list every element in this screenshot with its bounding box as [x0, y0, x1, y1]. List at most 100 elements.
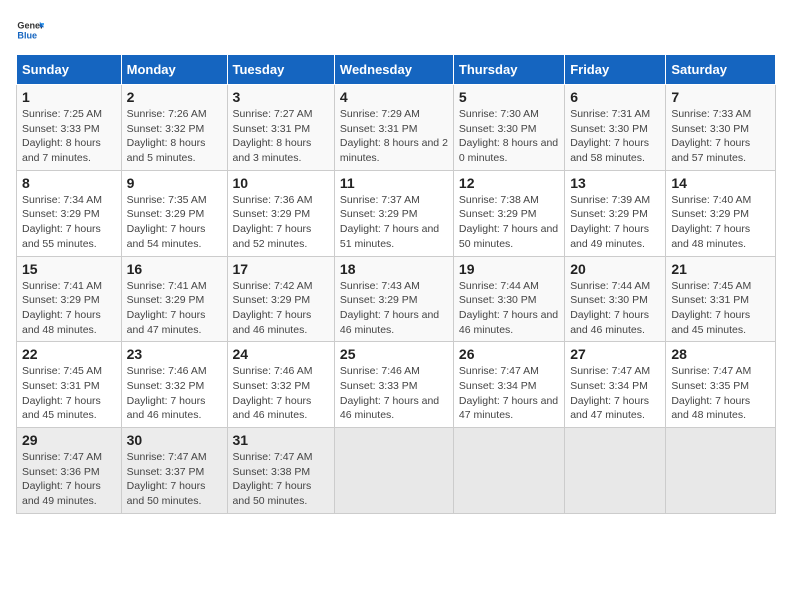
calendar-header-friday: Friday	[565, 55, 666, 85]
calendar-cell: 10 Sunrise: 7:36 AM Sunset: 3:29 PM Dayl…	[227, 170, 334, 256]
day-number: 9	[127, 175, 222, 191]
day-number: 1	[22, 89, 116, 105]
calendar-cell: 4 Sunrise: 7:29 AM Sunset: 3:31 PM Dayli…	[334, 85, 453, 171]
calendar-cell: 18 Sunrise: 7:43 AM Sunset: 3:29 PM Dayl…	[334, 256, 453, 342]
calendar-cell: 31 Sunrise: 7:47 AM Sunset: 3:38 PM Dayl…	[227, 428, 334, 514]
day-detail: Sunrise: 7:47 AM Sunset: 3:34 PM Dayligh…	[459, 364, 559, 423]
calendar-cell: 24 Sunrise: 7:46 AM Sunset: 3:32 PM Dayl…	[227, 342, 334, 428]
day-detail: Sunrise: 7:46 AM Sunset: 3:32 PM Dayligh…	[233, 364, 329, 423]
day-detail: Sunrise: 7:37 AM Sunset: 3:29 PM Dayligh…	[340, 193, 448, 252]
day-detail: Sunrise: 7:38 AM Sunset: 3:29 PM Dayligh…	[459, 193, 559, 252]
calendar-header-thursday: Thursday	[453, 55, 564, 85]
day-number: 17	[233, 261, 329, 277]
calendar-cell: 7 Sunrise: 7:33 AM Sunset: 3:30 PM Dayli…	[666, 85, 776, 171]
day-number: 14	[671, 175, 770, 191]
day-detail: Sunrise: 7:47 AM Sunset: 3:36 PM Dayligh…	[22, 450, 116, 509]
calendar-cell: 21 Sunrise: 7:45 AM Sunset: 3:31 PM Dayl…	[666, 256, 776, 342]
day-detail: Sunrise: 7:47 AM Sunset: 3:37 PM Dayligh…	[127, 450, 222, 509]
day-number: 19	[459, 261, 559, 277]
day-detail: Sunrise: 7:44 AM Sunset: 3:30 PM Dayligh…	[459, 279, 559, 338]
calendar-header-saturday: Saturday	[666, 55, 776, 85]
calendar-cell: 26 Sunrise: 7:47 AM Sunset: 3:34 PM Dayl…	[453, 342, 564, 428]
day-number: 5	[459, 89, 559, 105]
calendar-header-sunday: Sunday	[17, 55, 122, 85]
day-detail: Sunrise: 7:30 AM Sunset: 3:30 PM Dayligh…	[459, 107, 559, 166]
calendar-cell: 28 Sunrise: 7:47 AM Sunset: 3:35 PM Dayl…	[666, 342, 776, 428]
day-number: 11	[340, 175, 448, 191]
calendar-week-row: 8 Sunrise: 7:34 AM Sunset: 3:29 PM Dayli…	[17, 170, 776, 256]
header: General Blue	[16, 16, 776, 44]
calendar-cell: 15 Sunrise: 7:41 AM Sunset: 3:29 PM Dayl…	[17, 256, 122, 342]
calendar-week-row: 1 Sunrise: 7:25 AM Sunset: 3:33 PM Dayli…	[17, 85, 776, 171]
day-number: 20	[570, 261, 660, 277]
calendar-cell	[453, 428, 564, 514]
calendar-week-row: 22 Sunrise: 7:45 AM Sunset: 3:31 PM Dayl…	[17, 342, 776, 428]
day-number: 8	[22, 175, 116, 191]
day-detail: Sunrise: 7:31 AM Sunset: 3:30 PM Dayligh…	[570, 107, 660, 166]
day-detail: Sunrise: 7:26 AM Sunset: 3:32 PM Dayligh…	[127, 107, 222, 166]
calendar-cell: 16 Sunrise: 7:41 AM Sunset: 3:29 PM Dayl…	[121, 256, 227, 342]
calendar-week-row: 15 Sunrise: 7:41 AM Sunset: 3:29 PM Dayl…	[17, 256, 776, 342]
calendar-cell: 12 Sunrise: 7:38 AM Sunset: 3:29 PM Dayl…	[453, 170, 564, 256]
day-detail: Sunrise: 7:35 AM Sunset: 3:29 PM Dayligh…	[127, 193, 222, 252]
calendar-table: SundayMondayTuesdayWednesdayThursdayFrid…	[16, 54, 776, 514]
day-number: 23	[127, 346, 222, 362]
day-detail: Sunrise: 7:47 AM Sunset: 3:35 PM Dayligh…	[671, 364, 770, 423]
day-number: 30	[127, 432, 222, 448]
day-detail: Sunrise: 7:47 AM Sunset: 3:38 PM Dayligh…	[233, 450, 329, 509]
day-detail: Sunrise: 7:36 AM Sunset: 3:29 PM Dayligh…	[233, 193, 329, 252]
day-detail: Sunrise: 7:40 AM Sunset: 3:29 PM Dayligh…	[671, 193, 770, 252]
day-detail: Sunrise: 7:45 AM Sunset: 3:31 PM Dayligh…	[22, 364, 116, 423]
calendar-header-wednesday: Wednesday	[334, 55, 453, 85]
calendar-cell: 25 Sunrise: 7:46 AM Sunset: 3:33 PM Dayl…	[334, 342, 453, 428]
calendar-cell: 29 Sunrise: 7:47 AM Sunset: 3:36 PM Dayl…	[17, 428, 122, 514]
calendar-cell: 19 Sunrise: 7:44 AM Sunset: 3:30 PM Dayl…	[453, 256, 564, 342]
day-number: 6	[570, 89, 660, 105]
day-number: 29	[22, 432, 116, 448]
calendar-cell: 8 Sunrise: 7:34 AM Sunset: 3:29 PM Dayli…	[17, 170, 122, 256]
calendar-cell	[666, 428, 776, 514]
calendar-cell: 17 Sunrise: 7:42 AM Sunset: 3:29 PM Dayl…	[227, 256, 334, 342]
day-number: 12	[459, 175, 559, 191]
day-detail: Sunrise: 7:34 AM Sunset: 3:29 PM Dayligh…	[22, 193, 116, 252]
day-detail: Sunrise: 7:46 AM Sunset: 3:33 PM Dayligh…	[340, 364, 448, 423]
calendar-cell: 22 Sunrise: 7:45 AM Sunset: 3:31 PM Dayl…	[17, 342, 122, 428]
day-detail: Sunrise: 7:25 AM Sunset: 3:33 PM Dayligh…	[22, 107, 116, 166]
day-detail: Sunrise: 7:41 AM Sunset: 3:29 PM Dayligh…	[22, 279, 116, 338]
calendar-cell: 27 Sunrise: 7:47 AM Sunset: 3:34 PM Dayl…	[565, 342, 666, 428]
day-number: 7	[671, 89, 770, 105]
svg-text:Blue: Blue	[17, 30, 37, 40]
calendar-header-row: SundayMondayTuesdayWednesdayThursdayFrid…	[17, 55, 776, 85]
calendar-cell: 3 Sunrise: 7:27 AM Sunset: 3:31 PM Dayli…	[227, 85, 334, 171]
day-number: 18	[340, 261, 448, 277]
day-number: 26	[459, 346, 559, 362]
day-number: 10	[233, 175, 329, 191]
day-detail: Sunrise: 7:45 AM Sunset: 3:31 PM Dayligh…	[671, 279, 770, 338]
day-number: 15	[22, 261, 116, 277]
day-detail: Sunrise: 7:39 AM Sunset: 3:29 PM Dayligh…	[570, 193, 660, 252]
day-detail: Sunrise: 7:29 AM Sunset: 3:31 PM Dayligh…	[340, 107, 448, 166]
day-number: 22	[22, 346, 116, 362]
day-number: 27	[570, 346, 660, 362]
day-number: 25	[340, 346, 448, 362]
calendar-cell: 5 Sunrise: 7:30 AM Sunset: 3:30 PM Dayli…	[453, 85, 564, 171]
day-detail: Sunrise: 7:46 AM Sunset: 3:32 PM Dayligh…	[127, 364, 222, 423]
logo: General Blue	[16, 16, 44, 44]
calendar-cell: 30 Sunrise: 7:47 AM Sunset: 3:37 PM Dayl…	[121, 428, 227, 514]
calendar-cell: 9 Sunrise: 7:35 AM Sunset: 3:29 PM Dayli…	[121, 170, 227, 256]
day-number: 21	[671, 261, 770, 277]
calendar-header-monday: Monday	[121, 55, 227, 85]
calendar-cell	[334, 428, 453, 514]
logo-icon: General Blue	[16, 16, 44, 44]
day-detail: Sunrise: 7:33 AM Sunset: 3:30 PM Dayligh…	[671, 107, 770, 166]
day-detail: Sunrise: 7:44 AM Sunset: 3:30 PM Dayligh…	[570, 279, 660, 338]
day-number: 16	[127, 261, 222, 277]
day-number: 3	[233, 89, 329, 105]
day-number: 24	[233, 346, 329, 362]
day-detail: Sunrise: 7:43 AM Sunset: 3:29 PM Dayligh…	[340, 279, 448, 338]
day-number: 31	[233, 432, 329, 448]
calendar-header-tuesday: Tuesday	[227, 55, 334, 85]
calendar-cell: 14 Sunrise: 7:40 AM Sunset: 3:29 PM Dayl…	[666, 170, 776, 256]
day-number: 13	[570, 175, 660, 191]
calendar-cell: 1 Sunrise: 7:25 AM Sunset: 3:33 PM Dayli…	[17, 85, 122, 171]
